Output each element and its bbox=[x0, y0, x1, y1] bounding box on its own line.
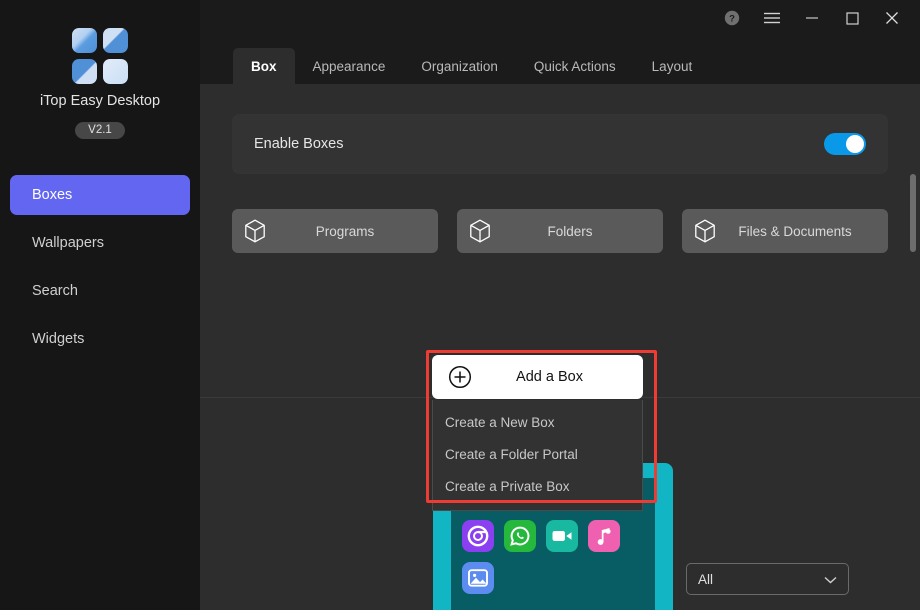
itop-logo-icon bbox=[72, 28, 128, 84]
vertical-scrollbar[interactable] bbox=[910, 170, 916, 610]
category-button-folders[interactable]: Folders bbox=[457, 209, 663, 253]
chevron-down-icon bbox=[824, 572, 837, 587]
whatsapp-icon[interactable] bbox=[504, 520, 536, 552]
sidebar-item-widgets[interactable]: Widgets bbox=[10, 319, 190, 359]
category-buttons: Programs Folders Files & Documents bbox=[232, 209, 888, 253]
tab-label: Quick Actions bbox=[533, 58, 616, 74]
main-panel: ? Box Appearance Organization Quick Acti… bbox=[200, 0, 920, 610]
tab-bar: Box Appearance Organization Quick Action… bbox=[200, 36, 920, 84]
app-logo-wrap bbox=[0, 28, 200, 84]
version-badge: V2.1 bbox=[75, 122, 125, 139]
sidebar-item-search[interactable]: Search bbox=[10, 271, 190, 311]
sidebar: iTop Easy Desktop V2.1 Boxes Wallpapers … bbox=[0, 0, 200, 610]
category-label: Files & Documents bbox=[738, 223, 852, 239]
enable-boxes-toggle[interactable] bbox=[824, 133, 866, 155]
sidebar-item-label: Wallpapers bbox=[32, 235, 104, 251]
tab-layout[interactable]: Layout bbox=[634, 48, 711, 84]
sidebar-item-label: Boxes bbox=[32, 187, 73, 203]
minimize-icon[interactable] bbox=[792, 2, 832, 34]
tab-label: Box bbox=[251, 58, 277, 74]
tab-appearance[interactable]: Appearance bbox=[295, 48, 404, 84]
category-button-files-documents[interactable]: Files & Documents bbox=[682, 209, 888, 253]
sidebar-item-label: Search bbox=[32, 283, 78, 299]
tab-label: Organization bbox=[421, 58, 498, 74]
sidebar-item-label: Widgets bbox=[32, 331, 85, 347]
sidebar-nav: Boxes Wallpapers Search Widgets bbox=[10, 175, 190, 367]
add-a-box-label: Add a Box bbox=[516, 369, 583, 385]
window-titlebar: ? bbox=[200, 0, 920, 36]
menu-item-label: Create a Folder Portal bbox=[445, 446, 578, 462]
sidebar-item-boxes[interactable]: Boxes bbox=[10, 175, 190, 215]
menu-item-create-new-box[interactable]: Create a New Box bbox=[433, 406, 642, 438]
music-note-icon[interactable] bbox=[588, 520, 620, 552]
category-label: Folders bbox=[547, 223, 593, 239]
photos-icon[interactable] bbox=[462, 562, 494, 594]
box-3d-icon bbox=[682, 219, 728, 243]
toggle-knob bbox=[846, 135, 864, 153]
tab-box[interactable]: Box bbox=[233, 48, 295, 84]
enable-boxes-row: Enable Boxes bbox=[232, 114, 888, 174]
settings-content: Enable Boxes Programs Folders Files & Do… bbox=[200, 84, 920, 610]
tab-quick-actions[interactable]: Quick Actions bbox=[516, 48, 634, 84]
tab-organization[interactable]: Organization bbox=[403, 48, 516, 84]
menu-item-create-private-box[interactable]: Create a Private Box bbox=[433, 470, 642, 502]
category-button-programs[interactable]: Programs bbox=[232, 209, 438, 253]
box-3d-icon bbox=[457, 219, 503, 243]
menu-item-label: Create a New Box bbox=[445, 414, 555, 430]
color-filter-select[interactable]: All bbox=[686, 563, 849, 595]
box-preview-icons bbox=[451, 506, 655, 594]
scrollbar-thumb[interactable] bbox=[910, 174, 916, 252]
help-icon[interactable]: ? bbox=[712, 2, 752, 34]
close-icon[interactable] bbox=[872, 2, 912, 34]
enable-boxes-label: Enable Boxes bbox=[254, 136, 344, 152]
menu-item-label: Create a Private Box bbox=[445, 478, 570, 494]
box-3d-icon bbox=[232, 219, 278, 243]
menu-item-create-folder-portal[interactable]: Create a Folder Portal bbox=[433, 438, 642, 470]
tab-label: Layout bbox=[651, 58, 693, 74]
svg-text:?: ? bbox=[729, 14, 735, 25]
plus-circle-icon bbox=[432, 365, 488, 389]
add-a-box-button[interactable]: Add a Box bbox=[432, 355, 643, 399]
menu-icon[interactable] bbox=[752, 2, 792, 34]
sidebar-item-wallpapers[interactable]: Wallpapers bbox=[10, 223, 190, 263]
tab-label: Appearance bbox=[312, 58, 386, 74]
maximize-icon[interactable] bbox=[832, 2, 872, 34]
add-a-box-menu: Create a New Box Create a Folder Portal … bbox=[432, 400, 643, 511]
version-badge-wrap: V2.1 bbox=[0, 122, 200, 139]
app-title: iTop Easy Desktop bbox=[39, 93, 161, 109]
video-camera-icon[interactable] bbox=[546, 520, 578, 552]
color-filter-value: All bbox=[698, 571, 714, 587]
category-label: Programs bbox=[315, 223, 375, 239]
chrome-icon[interactable] bbox=[462, 520, 494, 552]
